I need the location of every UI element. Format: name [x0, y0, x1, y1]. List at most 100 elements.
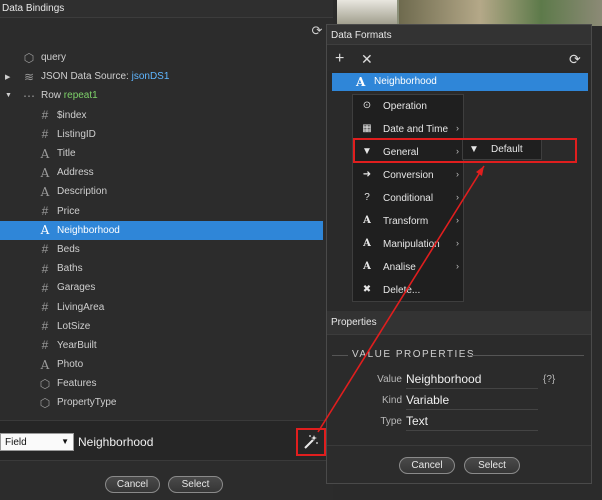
format-item-label: Neighborhood [374, 76, 437, 87]
cube-icon: ⬡ [23, 50, 35, 65]
select-button[interactable]: Select [464, 457, 520, 474]
select-button[interactable]: Select [168, 476, 223, 493]
format-item-neighborhood[interactable]: A Neighborhood [332, 73, 588, 91]
property-key: Value [377, 374, 402, 385]
tree-item[interactable]: ▼ ⋯ Row repeat1 [0, 86, 323, 105]
menu-item-transform[interactable]: A Transform › [353, 210, 463, 233]
tree-item-label: $index [57, 109, 87, 121]
close-icon[interactable]: ✕ [361, 51, 373, 67]
tree-item[interactable]: ⬡ query [0, 48, 323, 67]
divider [470, 355, 584, 356]
tree-item[interactable]: A Neighborhood [0, 220, 323, 240]
field-bar: Field ▼ Neighborhood [0, 420, 333, 460]
refresh-icon[interactable]: ⟳ [310, 24, 324, 38]
ellipsis-icon: ⋯ [23, 88, 35, 103]
tree-item[interactable]: # ListingID [0, 125, 323, 144]
tree-item-label: ListingID [57, 128, 96, 140]
tree-item-label: Row repeat1 [41, 90, 98, 102]
tree-item[interactable]: A Address [0, 163, 323, 182]
tree-item-label: query [41, 52, 67, 64]
chevron-right-icon: › [456, 238, 459, 248]
chevron-right-icon: › [456, 215, 459, 225]
data-bindings-panel: Data Bindings ⟳ ⬡ query ▶ ≋ JSON Data Source… [0, 0, 333, 500]
magic-wand-icon [304, 435, 318, 449]
tree-item[interactable]: # YearBuilt [0, 336, 323, 355]
tree-item[interactable]: # LotSize [0, 317, 323, 336]
cancel-button[interactable]: Cancel [105, 476, 160, 493]
data-source-name: jsonDS1 [131, 71, 170, 83]
add-icon[interactable]: + [335, 51, 344, 67]
text-icon: A [40, 146, 50, 161]
tree-item[interactable]: ⬡ PropertyType [0, 393, 323, 412]
tree-item[interactable]: # LivingArea [0, 297, 323, 316]
repeat-name: repeat1 [63, 90, 98, 102]
tree-item-label: Features [57, 378, 97, 390]
tree-item[interactable]: ⬡ Features [0, 374, 323, 393]
chevron-right-icon: › [456, 261, 459, 271]
menu-item-analise[interactable]: A Analise › [353, 256, 463, 279]
property-value[interactable]: Neighborhood [406, 372, 481, 386]
tree-item-label: LivingArea [57, 301, 105, 313]
property-value[interactable]: Variable [406, 393, 449, 407]
tree-item[interactable]: A Title [0, 144, 323, 163]
tree-item-label: Title [57, 148, 76, 160]
tree-item-label: LotSize [57, 320, 91, 332]
variable-icon[interactable]: {?} [543, 374, 555, 385]
tree-item[interactable]: # Garages [0, 278, 323, 297]
menu-item-label: Delete... [383, 285, 421, 296]
tree-item[interactable]: # Price [0, 202, 323, 221]
menu-item-label: Transform [383, 216, 429, 227]
text-icon: A [40, 184, 50, 199]
hash-icon: # [41, 300, 49, 315]
text-icon: A [363, 238, 371, 249]
menu-item-label: Operation [383, 101, 427, 112]
dialog-footer: Cancel Select [327, 445, 591, 483]
tree-item[interactable]: # Beds [0, 240, 323, 259]
background-photo [337, 0, 602, 26]
binding-tree: ⬡ query ▶ ≋ JSON Data Source: jsonDS1 ▼ ⋯ Row r… [0, 48, 323, 413]
properties-title: Properties [331, 317, 377, 328]
field-type-select[interactable]: Field ▼ [0, 433, 74, 451]
text-icon: A [40, 223, 50, 238]
menu-item-operation[interactable]: ⊙ Operation [353, 95, 463, 118]
cancel-button[interactable]: Cancel [399, 457, 455, 474]
refresh-icon[interactable]: ⟳ [569, 51, 581, 67]
tree-item[interactable]: # Baths [0, 259, 323, 278]
tree-item[interactable]: A Description [0, 182, 323, 201]
property-row-kind: Kind Variable [326, 390, 590, 410]
dialog-title-bar: Data Formats [327, 25, 591, 45]
menu-item-conversion[interactable]: ➜ Conversion › [353, 164, 463, 187]
hash-icon: # [41, 338, 49, 353]
hash-icon: # [41, 204, 49, 219]
hash-icon: # [41, 261, 49, 276]
tree-item[interactable]: ▶ ≋ JSON Data Source: jsonDS1 [0, 67, 323, 86]
text-icon: A [363, 215, 371, 226]
tree-item-label: Neighborhood [57, 224, 120, 236]
cube-icon: ⬡ [39, 376, 51, 391]
text-icon: A [363, 261, 371, 272]
hash-icon: # [41, 319, 49, 334]
collapse-arrow-icon[interactable]: ▼ [5, 92, 13, 99]
annotation-highlight-box [353, 138, 577, 163]
text-icon: A [40, 165, 50, 180]
menu-item-manipulation[interactable]: A Manipulation › [353, 233, 463, 256]
panel-title: Data Bindings [2, 3, 65, 14]
cube-icon: ⬡ [39, 395, 51, 410]
tree-item[interactable]: # $index [0, 106, 323, 125]
expand-arrow-icon[interactable]: ▶ [5, 73, 13, 81]
menu-item-conditional[interactable]: ? Conditional › [353, 187, 463, 210]
database-icon: ≋ [23, 69, 35, 84]
field-type-value: Field [5, 437, 27, 448]
chevron-right-icon: › [456, 192, 459, 202]
menu-item-delete[interactable]: ✖ Delete... [353, 279, 463, 302]
operation-icon: ⊙ [362, 100, 372, 111]
tree-item-label: YearBuilt [57, 339, 97, 351]
menu-item-label: Conversion [383, 170, 434, 181]
hash-icon: # [41, 108, 49, 123]
tree-item-label: Beds [57, 243, 80, 255]
tree-item-label: Photo [57, 359, 84, 371]
tree-item[interactable]: A Photo [0, 355, 323, 374]
property-value[interactable]: Text [406, 414, 428, 428]
property-key: Kind [381, 395, 402, 406]
magic-wand-button[interactable] [296, 428, 326, 456]
